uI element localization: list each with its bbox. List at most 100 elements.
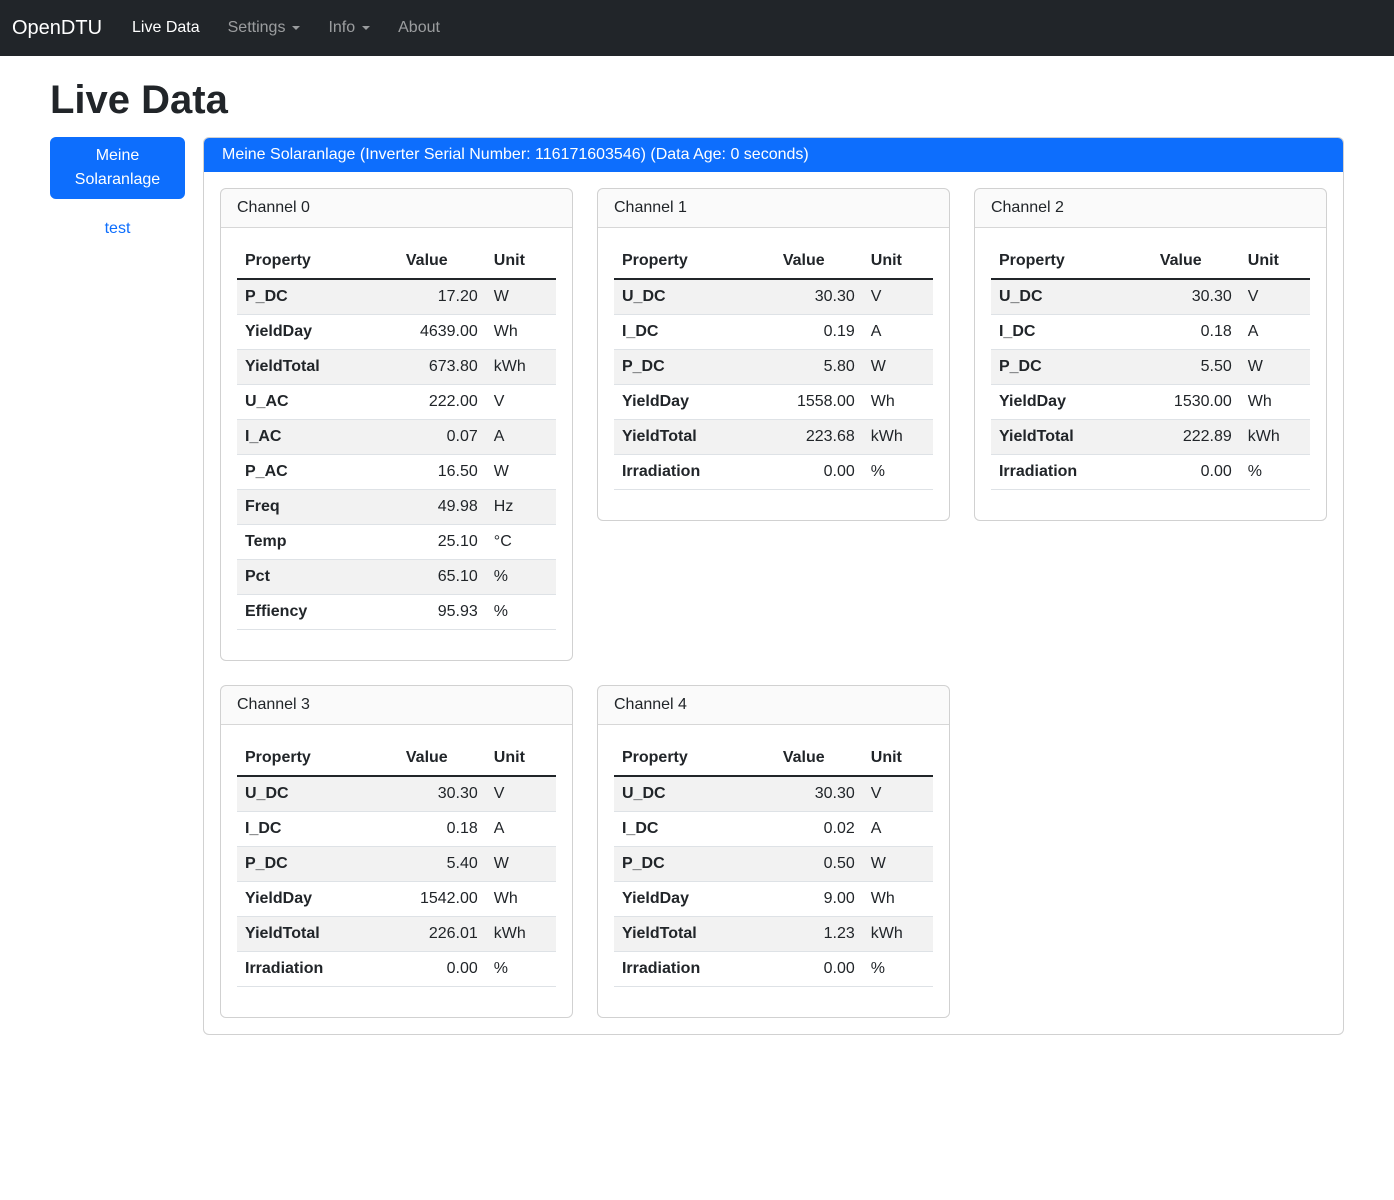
table-header-row: Property Value Unit (237, 741, 556, 776)
unit-cell: % (863, 952, 933, 987)
property-cell: Irradiation (991, 455, 1122, 490)
table-row: U_DC30.30V (991, 279, 1310, 315)
col-header-unit: Unit (863, 244, 933, 279)
unit-cell: % (1240, 455, 1310, 490)
unit-cell: Wh (1240, 385, 1310, 420)
unit-cell: % (863, 455, 933, 490)
value-cell: 25.10 (368, 525, 486, 560)
value-cell: 0.02 (745, 812, 863, 847)
channel-title: Channel 3 (221, 686, 572, 725)
unit-cell: kWh (863, 917, 933, 952)
unit-cell: W (863, 350, 933, 385)
table-row: I_DC0.02A (614, 812, 933, 847)
col-header-property: Property (237, 244, 368, 279)
channel-card-body: Property Value Unit U_DC30.30VI_DC0.18AP… (221, 725, 572, 1017)
value-cell: 0.00 (745, 952, 863, 987)
value-cell: 5.40 (368, 847, 486, 882)
col-header-property: Property (237, 741, 368, 776)
value-cell: 0.18 (368, 812, 486, 847)
table-header-row: Property Value Unit (237, 244, 556, 279)
table-header-row: Property Value Unit (614, 244, 933, 279)
unit-cell: % (486, 595, 556, 630)
channel-card: Channel 1 Property Value Unit U_DC30.30V… (597, 188, 950, 521)
value-cell: 30.30 (745, 776, 863, 812)
unit-cell: Wh (863, 882, 933, 917)
property-cell: YieldDay (614, 385, 745, 420)
property-cell: P_DC (237, 847, 368, 882)
channel-table: Property Value Unit U_DC30.30VI_DC0.19AP… (614, 244, 933, 490)
inverter-select-button[interactable]: Meine Solaranlage (50, 137, 185, 199)
col-header-value: Value (745, 244, 863, 279)
value-cell: 1530.00 (1122, 385, 1240, 420)
unit-cell: V (486, 776, 556, 812)
channel-title: Channel 1 (598, 189, 949, 228)
property-cell: U_DC (614, 279, 745, 315)
navbar: OpenDTU Live Data Settings Info About (0, 0, 1394, 56)
property-cell: YieldTotal (237, 917, 368, 952)
nav-live-data[interactable]: Live Data (118, 11, 214, 45)
value-cell: 30.30 (368, 776, 486, 812)
value-cell: 0.00 (745, 455, 863, 490)
col-header-value: Value (1122, 244, 1240, 279)
inverter-test-link[interactable]: test (50, 219, 185, 239)
table-row: Effiency95.93% (237, 595, 556, 630)
value-cell: 0.50 (745, 847, 863, 882)
unit-cell: A (1240, 315, 1310, 350)
page-container: Live Data Meine Solaranlage test Meine S… (0, 78, 1394, 1035)
table-row: P_DC0.50W (614, 847, 933, 882)
page-title: Live Data (50, 78, 1344, 123)
table-row: P_DC5.80W (614, 350, 933, 385)
value-cell: 1558.00 (745, 385, 863, 420)
property-cell: YieldTotal (237, 350, 368, 385)
property-cell: YieldDay (991, 385, 1122, 420)
table-row: U_AC222.00V (237, 385, 556, 420)
value-cell: 49.98 (368, 490, 486, 525)
value-cell: 5.50 (1122, 350, 1240, 385)
table-row: Pct65.10% (237, 560, 556, 595)
property-cell: YieldDay (237, 882, 368, 917)
unit-cell: A (486, 420, 556, 455)
unit-cell: A (486, 812, 556, 847)
table-row: U_DC30.30V (237, 776, 556, 812)
property-cell: Freq (237, 490, 368, 525)
col-header-value: Value (368, 244, 486, 279)
table-row: I_DC0.19A (614, 315, 933, 350)
channel-card-body: Property Value Unit U_DC30.30VI_DC0.19AP… (598, 228, 949, 520)
property-cell: P_AC (237, 455, 368, 490)
col-header-value: Value (368, 741, 486, 776)
channel-grid: Channel 0 Property Value Unit P_DC17.20W… (220, 188, 1327, 1018)
nav-about[interactable]: About (384, 11, 454, 45)
value-cell: 1.23 (745, 917, 863, 952)
value-cell: 4639.00 (368, 315, 486, 350)
channel-table: Property Value Unit U_DC30.30VI_DC0.18AP… (237, 741, 556, 987)
nav-info[interactable]: Info (314, 11, 384, 45)
table-row: P_DC17.20W (237, 279, 556, 315)
table-row: I_DC0.18A (237, 812, 556, 847)
table-row: YieldDay4639.00Wh (237, 315, 556, 350)
unit-cell: Wh (486, 882, 556, 917)
channel-title: Channel 4 (598, 686, 949, 725)
unit-cell: W (1240, 350, 1310, 385)
col-header-property: Property (991, 244, 1122, 279)
channel-card: Channel 0 Property Value Unit P_DC17.20W… (220, 188, 573, 661)
unit-cell: V (486, 385, 556, 420)
table-row: YieldDay1558.00Wh (614, 385, 933, 420)
unit-cell: Hz (486, 490, 556, 525)
property-cell: U_DC (614, 776, 745, 812)
table-row: YieldTotal222.89kWh (991, 420, 1310, 455)
value-cell: 222.89 (1122, 420, 1240, 455)
table-row: I_DC0.18A (991, 315, 1310, 350)
unit-cell: kWh (863, 420, 933, 455)
value-cell: 1542.00 (368, 882, 486, 917)
channel-card-body: Property Value Unit P_DC17.20WYieldDay46… (221, 228, 572, 660)
channel-card-body: Property Value Unit U_DC30.30VI_DC0.02AP… (598, 725, 949, 1017)
unit-cell: kWh (486, 350, 556, 385)
value-cell: 9.00 (745, 882, 863, 917)
unit-cell: W (863, 847, 933, 882)
value-cell: 223.68 (745, 420, 863, 455)
property-cell: P_DC (614, 350, 745, 385)
property-cell: U_AC (237, 385, 368, 420)
brand-link[interactable]: OpenDTU (12, 17, 102, 40)
nav-settings[interactable]: Settings (214, 11, 315, 45)
channel-card: Channel 3 Property Value Unit U_DC30.30V… (220, 685, 573, 1018)
